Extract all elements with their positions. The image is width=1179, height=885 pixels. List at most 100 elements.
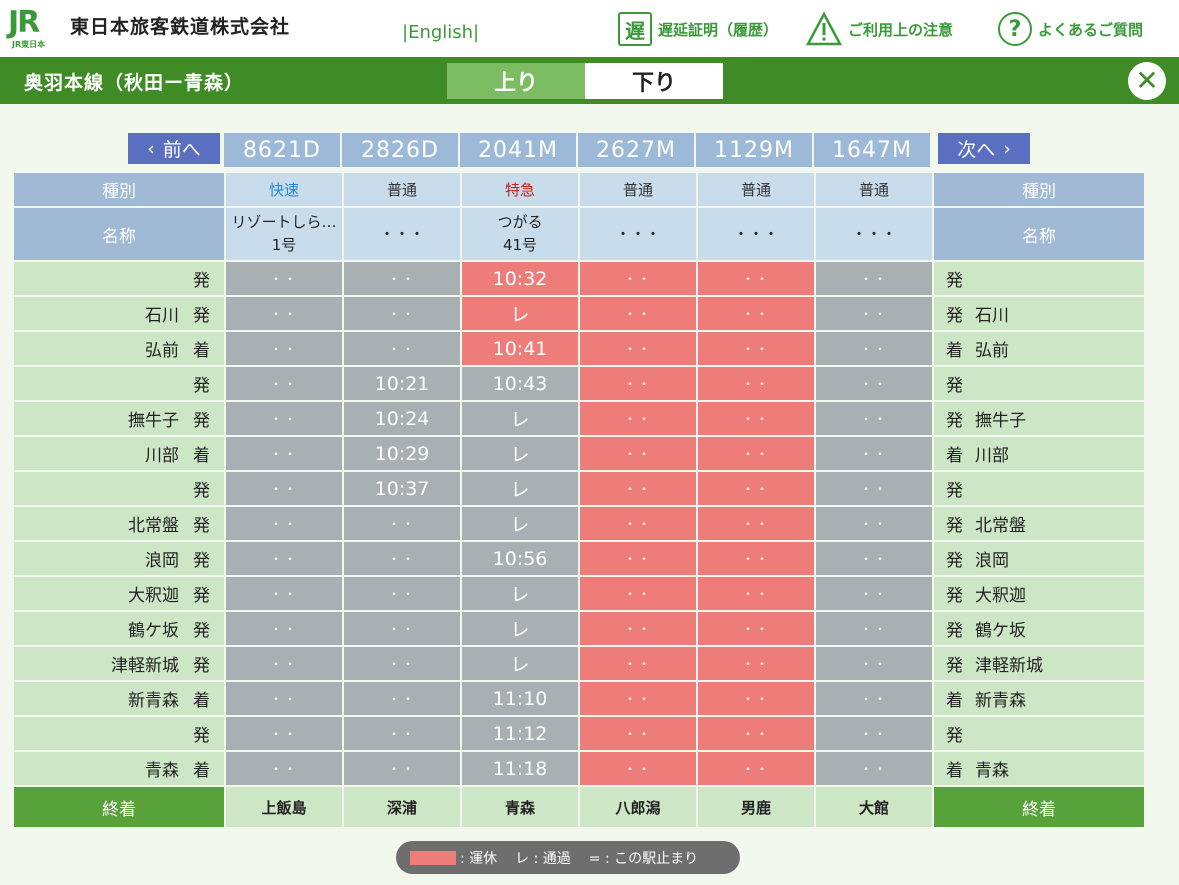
line-bar: 奥羽本線（秋田ー青森） 上り 下り ✕ [0, 57, 1179, 104]
station-label-right: 発 [932, 365, 1146, 402]
time-cell: ・・ [578, 715, 698, 752]
station-label-left: 弘前着 [12, 330, 226, 367]
company-name: 東日本旅客鉄道株式会社 [70, 16, 291, 38]
tab-up[interactable]: 上り [447, 63, 585, 99]
time-cell: ・・ [224, 540, 344, 577]
kind-header: 種別 [932, 171, 1146, 208]
station-name: 大釈迦 [128, 586, 179, 606]
timetable: 種別 快速 普通 特急 普通 普通 普通 種別 名称 リゾートしら… 1号 ・・・ つがる 41号 ・・… [12, 171, 1146, 829]
station-label-right: 発北常盤 [932, 505, 1146, 542]
line-name: 奥羽本線（秋田ー青森） [24, 72, 245, 94]
time-cell: ・・ [342, 575, 462, 612]
name-header: 名称 [932, 206, 1146, 262]
time-cell: ・・ [578, 540, 698, 577]
arr-dep-type: 着 [946, 341, 963, 361]
time-cell: ・・ [814, 400, 934, 437]
time-cell: ・・ [814, 610, 934, 647]
station-name: 弘前 [145, 341, 179, 361]
arr-dep-type: 発 [946, 481, 963, 501]
station-label-left: 川部着 [12, 435, 226, 472]
prev-label: 前へ [162, 139, 201, 161]
name-header: 名称 [12, 206, 226, 262]
train-number: 2826D [342, 133, 460, 167]
time-cell: ・・ [224, 365, 344, 402]
legend-terminate: = : この駅止まり [588, 850, 699, 867]
time-cell: ・・ [696, 715, 816, 752]
time-cell: ・・ [814, 330, 934, 367]
time-cell: 10:32 [460, 260, 580, 297]
time-cell: ・・ [224, 715, 344, 752]
jr-east-logo[interactable]: JR JR東日本 [8, 6, 64, 50]
table-row: 撫牛子発・・ 10:24 レ・・ ・・ ・・発撫牛子 [12, 400, 1146, 437]
train-number: 1129M [696, 133, 814, 167]
train-number: 8621D [224, 133, 342, 167]
station-name: 新青森 [128, 691, 179, 711]
station-name: 北常盤 [975, 516, 1026, 536]
chevron-right-icon: › [1003, 137, 1011, 160]
arr-dep-type: 発 [946, 271, 963, 291]
time-cell: ・・ [696, 680, 816, 717]
arr-dep-type: 着 [193, 761, 210, 781]
train-name: ・・・ [342, 206, 462, 262]
time-cell: ・・ [696, 470, 816, 507]
name-row: 名称 リゾートしら… 1号 ・・・ つがる 41号 ・・・ ・・・ ・・・ 名称 [12, 206, 1146, 262]
station-name: 浪岡 [975, 551, 1009, 571]
faq-link[interactable]: ? よくあるご質問 [998, 12, 1143, 46]
time-cell: ・・ [224, 750, 344, 787]
table-row: 石川発・・ ・・レ・・ ・・ ・・発石川 [12, 295, 1146, 332]
table-row: 発・・ ・・ 10:32 ・・ ・・ ・・発 [12, 260, 1146, 297]
prev-button[interactable]: ‹ 前へ [128, 133, 220, 164]
station-name: 石川 [145, 306, 179, 326]
time-cell: ・・ [342, 505, 462, 542]
station-label-right: 発津軽新城 [932, 645, 1146, 682]
next-button[interactable]: 次へ › [938, 133, 1030, 164]
arr-dep-type: 着 [946, 446, 963, 466]
station-name: 撫牛子 [128, 411, 179, 431]
station-name: 青森 [145, 761, 179, 781]
time-cell: ・・ [224, 610, 344, 647]
time-cell: ・・ [696, 295, 816, 332]
time-cell: ・・ [696, 540, 816, 577]
station-label-left: 津軽新城発 [12, 645, 226, 682]
help-icon: ? [998, 12, 1032, 46]
time-cell: ・・ [342, 295, 462, 332]
station-label-right: 発 [932, 715, 1146, 752]
table-row: 大釈迦発・・ ・・レ・・ ・・ ・・発大釈迦 [12, 575, 1146, 612]
train-name: リゾートしら… 1号 [224, 206, 344, 262]
time-cell: レ [460, 575, 580, 612]
time-cell: レ [460, 610, 580, 647]
time-cell: レ [460, 470, 580, 507]
tab-down[interactable]: 下り [585, 63, 723, 99]
time-cell: レ [460, 295, 580, 332]
time-cell: レ [460, 400, 580, 437]
time-cell: ・・ [814, 715, 934, 752]
table-row: 川部着・・ 10:29 レ・・ ・・ ・・着川部 [12, 435, 1146, 472]
site-header: JR JR東日本 東日本旅客鉄道株式会社 |English| 遅 遅延証明（履歴… [0, 0, 1179, 57]
chevron-left-icon: ‹ [147, 137, 155, 160]
time-cell: ・・ [342, 540, 462, 577]
delay-certificate-link[interactable]: 遅 遅延証明（履歴） [618, 12, 778, 46]
kind-row: 種別 快速 普通 特急 普通 普通 普通 種別 [12, 171, 1146, 208]
time-cell: ・・ [814, 260, 934, 297]
legend: : 運休 レ : 通過 = : この駅止まり [396, 841, 740, 874]
time-cell: ・・ [814, 575, 934, 612]
time-cell: ・・ [814, 470, 934, 507]
arr-dep-type: 発 [946, 586, 963, 606]
english-link[interactable]: |English| [402, 22, 479, 43]
time-cell: ・・ [578, 575, 698, 612]
time-cell: ・・ [578, 505, 698, 542]
time-cell: ・・ [342, 715, 462, 752]
station-label-left: 発 [12, 715, 226, 752]
time-cell: ・・ [814, 435, 934, 472]
train-kind: 特急 [460, 171, 580, 208]
station-label-left: 鶴ケ坂発 [12, 610, 226, 647]
table-row: 新青森着・・ ・・ 11:10 ・・ ・・ ・・着新青森 [12, 680, 1146, 717]
close-button[interactable]: ✕ [1128, 62, 1166, 100]
time-cell: ・・ [696, 400, 816, 437]
time-cell: 10:24 [342, 400, 462, 437]
time-cell: ・・ [342, 330, 462, 367]
table-row: 津軽新城発・・ ・・レ・・ ・・ ・・発津軽新城 [12, 645, 1146, 682]
time-cell: ・・ [578, 435, 698, 472]
train-kind: 普通 [578, 171, 698, 208]
usage-notes-link[interactable]: ご利用上の注意 [806, 12, 953, 46]
